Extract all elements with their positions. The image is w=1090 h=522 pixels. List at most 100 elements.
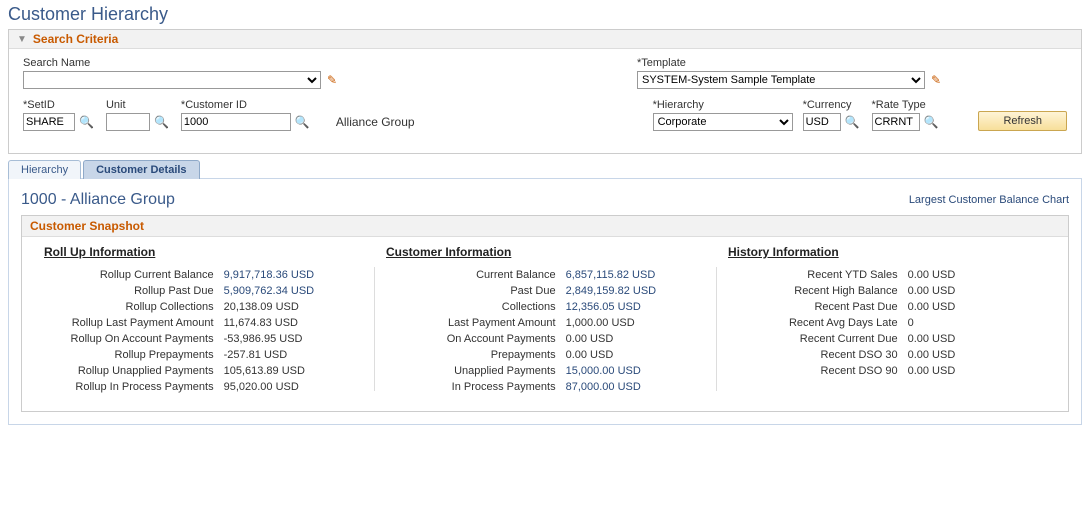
customer-row: Past Due2,849,159.82 USD [384,285,706,297]
history-value: 0 [908,317,1048,329]
rollup-label: Rollup Past Due [42,285,224,297]
customer-value: 0.00 USD [566,349,706,361]
currency-input[interactable] [803,113,841,131]
customer-title: 1000 - Alliance Group [21,191,175,209]
rollup-row: Rollup Unapplied Payments105,613.89 USD [42,365,364,377]
history-label: Recent YTD Sales [726,269,908,281]
lookup-icon[interactable]: 🔍 [152,115,171,129]
template-label: Template [637,57,957,69]
collapse-icon[interactable]: ▼ [17,34,27,45]
history-value: 0.00 USD [908,333,1048,345]
history-row: Recent Current Due0.00 USD [726,333,1048,345]
search-name-select[interactable] [23,71,321,89]
customer-row: Last Payment Amount1,000.00 USD [384,317,706,329]
rollup-value[interactable]: 5,909,762.34 USD [224,285,364,297]
lookup-icon[interactable]: 🔍 [843,115,862,129]
history-row: Recent Past Due0.00 USD [726,301,1048,313]
customer-label: Past Due [384,285,566,297]
history-label: Recent Past Due [726,301,908,313]
customer-row: In Process Payments87,000.00 USD [384,381,706,393]
customer-details-panel: 1000 - Alliance Group Largest Customer B… [8,178,1082,425]
customer-row: Collections12,356.05 USD [384,301,706,313]
customer-label: Collections [384,301,566,313]
search-criteria-header[interactable]: ▼ Search Criteria [9,30,1081,49]
rollup-row: Rollup Current Balance9,917,718.36 USD [42,269,364,281]
history-value: 0.00 USD [908,269,1048,281]
tab-customer-details[interactable]: Customer Details [83,160,199,179]
rollup-label: Rollup In Process Payments [42,381,224,393]
rollup-heading: Roll Up Information [42,245,364,259]
edit-icon[interactable]: ✎ [927,73,941,87]
unit-input[interactable] [106,113,150,131]
history-label: Recent Current Due [726,333,908,345]
setid-input[interactable] [23,113,75,131]
customer-value[interactable]: 2,849,159.82 USD [566,285,706,297]
rollup-label: Rollup Prepayments [42,349,224,361]
customer-value[interactable]: 12,356.05 USD [566,301,706,313]
rollup-label: Rollup Unapplied Payments [42,365,224,377]
rollup-row: Rollup Prepayments-257.81 USD [42,349,364,361]
rollup-row: Rollup In Process Payments95,020.00 USD [42,381,364,393]
setid-label: SetID [23,99,96,111]
refresh-button[interactable]: Refresh [978,111,1067,131]
customer-id-input[interactable] [181,113,291,131]
rollup-value: 95,020.00 USD [224,381,364,393]
hierarchy-label: Hierarchy [653,99,793,111]
hierarchy-select[interactable]: Corporate [653,113,793,131]
customer-row: Current Balance6,857,115.82 USD [384,269,706,281]
customer-value[interactable]: 6,857,115.82 USD [566,269,706,281]
customer-value: 1,000.00 USD [566,317,706,329]
customer-column: Customer Information Current Balance6,85… [374,245,716,397]
customer-value[interactable]: 15,000.00 USD [566,365,706,377]
history-value: 0.00 USD [908,301,1048,313]
rollup-value: -257.81 USD [224,349,364,361]
rollup-value: 11,674.83 USD [224,317,364,329]
history-row: Recent DSO 300.00 USD [726,349,1048,361]
rollup-label: Rollup Collections [42,301,224,313]
rollup-value: 105,613.89 USD [224,365,364,377]
balance-chart-link[interactable]: Largest Customer Balance Chart [909,194,1069,206]
rollup-label: Rollup On Account Payments [42,333,224,345]
history-row: Recent YTD Sales0.00 USD [726,269,1048,281]
search-criteria-section: ▼ Search Criteria Search Name ✎ Template… [8,29,1082,154]
rollup-row: Rollup On Account Payments-53,986.95 USD [42,333,364,345]
rollup-value: -53,986.95 USD [224,333,364,345]
history-label: Recent High Balance [726,285,908,297]
history-value: 0.00 USD [908,349,1048,361]
customer-value[interactable]: 87,000.00 USD [566,381,706,393]
tab-hierarchy[interactable]: Hierarchy [8,160,81,179]
customer-id-label: Customer ID [181,99,312,111]
history-value: 0.00 USD [908,285,1048,297]
customer-snapshot-section: Customer Snapshot Roll Up Information Ro… [21,215,1069,412]
edit-icon[interactable]: ✎ [323,73,337,87]
history-row: Recent High Balance0.00 USD [726,285,1048,297]
rollup-value[interactable]: 9,917,718.36 USD [224,269,364,281]
rollup-row: Rollup Last Payment Amount11,674.83 USD [42,317,364,329]
lookup-icon[interactable]: 🔍 [922,115,941,129]
customer-heading: Customer Information [384,245,706,259]
template-select[interactable]: SYSTEM-System Sample Template [637,71,925,89]
customer-value: 0.00 USD [566,333,706,345]
rollup-row: Rollup Past Due5,909,762.34 USD [42,285,364,297]
customer-label: Current Balance [384,269,566,281]
history-value: 0.00 USD [908,365,1048,377]
customer-label: Last Payment Amount [384,317,566,329]
search-criteria-title: Search Criteria [33,32,118,46]
rollup-value: 20,138.09 USD [224,301,364,313]
history-label: Recent Avg Days Late [726,317,908,329]
currency-label: Currency [803,99,862,111]
customer-row: On Account Payments0.00 USD [384,333,706,345]
customer-label: In Process Payments [384,381,566,393]
customer-snapshot-header: Customer Snapshot [22,216,1068,237]
unit-label: Unit [106,99,171,111]
rollup-label: Rollup Current Balance [42,269,224,281]
lookup-icon[interactable]: 🔍 [293,115,312,129]
customer-label: Unapplied Payments [384,365,566,377]
customer-name-display: Alliance Group [322,115,415,131]
rate-type-input[interactable] [872,113,920,131]
customer-row: Prepayments0.00 USD [384,349,706,361]
rate-type-label: Rate Type [872,99,941,111]
customer-row: Unapplied Payments15,000.00 USD [384,365,706,377]
lookup-icon[interactable]: 🔍 [77,115,96,129]
rollup-row: Rollup Collections20,138.09 USD [42,301,364,313]
